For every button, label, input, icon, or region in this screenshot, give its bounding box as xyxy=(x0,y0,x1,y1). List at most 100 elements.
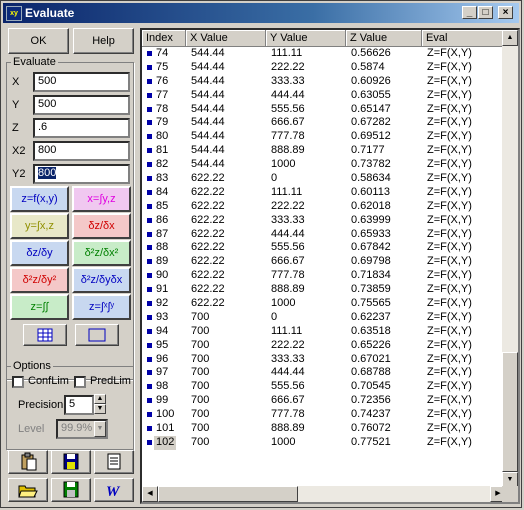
cell-eval: Z=F(X,Y) xyxy=(427,352,472,365)
d2zdydx-button[interactable]: δ²z/δyδx xyxy=(72,267,131,293)
table-row[interactable]: 99 700 666.67 0.72356 Z=F(X,Y) xyxy=(142,394,506,408)
table-row[interactable]: 80 544.44 777.78 0.69512 Z=F(X,Y) xyxy=(142,130,506,144)
y-field[interactable]: 500 xyxy=(33,95,130,115)
dzdy-button[interactable]: δz/δy xyxy=(10,240,69,266)
table-row[interactable]: 98 700 555.56 0.70545 Z=F(X,Y) xyxy=(142,380,506,394)
x-field[interactable]: 500 xyxy=(33,72,130,92)
table-row[interactable]: 83 622.22 0 0.58634 Z=F(X,Y) xyxy=(142,172,506,186)
cell-x: 700 xyxy=(191,366,210,379)
column-header-index[interactable]: Index xyxy=(142,30,186,47)
horizontal-scroll-thumb[interactable] xyxy=(158,486,298,502)
y2-field[interactable]: 800 xyxy=(33,164,130,184)
results-table[interactable]: Index X Value Y Value Z Value Eval 74 544… xyxy=(140,28,520,504)
x-int-yz-button[interactable]: x=∫y,z xyxy=(72,186,131,212)
z-int-x-int-y-button[interactable]: z=∫ˣ∫ʸ xyxy=(72,294,131,320)
table-row[interactable]: 100 700 777.78 0.74237 Z=F(X,Y) xyxy=(142,408,506,422)
d2zdx2-button[interactable]: δ²z/δx² xyxy=(72,240,131,266)
table-row[interactable]: 91 622.22 888.89 0.73859 Z=F(X,Y) xyxy=(142,283,506,297)
table-row[interactable]: 94 700 111.11 0.63518 Z=F(X,Y) xyxy=(142,325,506,339)
help-button[interactable]: Help xyxy=(73,28,134,54)
zfxy-button[interactable]: z=f(x,y) xyxy=(10,186,69,212)
ok-button[interactable]: OK xyxy=(8,28,69,54)
table-row[interactable]: 93 700 0 0.62237 Z=F(X,Y) xyxy=(142,311,506,325)
row-marker-icon xyxy=(147,148,152,154)
dzdx-button[interactable]: δz/δx xyxy=(72,213,131,239)
precision-down-icon[interactable]: ▼ xyxy=(94,404,106,414)
save-button[interactable] xyxy=(51,450,91,474)
x-label: X xyxy=(12,76,20,88)
table-row[interactable]: 75 544.44 222.22 0.5874 Z=F(X,Y) xyxy=(142,61,506,75)
table-row[interactable]: 85 622.22 222.22 0.62018 Z=F(X,Y) xyxy=(142,200,506,214)
column-header-x[interactable]: X Value xyxy=(186,30,266,47)
cell-x: 622.22 xyxy=(191,199,225,212)
table-row[interactable]: 77 544.44 444.44 0.63055 Z=F(X,Y) xyxy=(142,89,506,103)
table-row[interactable]: 78 544.44 555.56 0.65147 Z=F(X,Y) xyxy=(142,103,506,117)
cell-x: 544.44 xyxy=(191,144,225,157)
paste-button[interactable] xyxy=(8,450,48,474)
table-row[interactable]: 96 700 333.33 0.67021 Z=F(X,Y) xyxy=(142,353,506,367)
precision-up-icon[interactable]: ▲ xyxy=(94,394,106,404)
report-button[interactable] xyxy=(94,450,134,474)
z-field[interactable]: .6 xyxy=(33,118,130,138)
table-row[interactable]: 89 622.22 666.67 0.69798 Z=F(X,Y) xyxy=(142,255,506,269)
table-row[interactable]: 84 622.22 111.11 0.60113 Z=F(X,Y) xyxy=(142,186,506,200)
table-row[interactable]: 74 544.44 111.11 0.56626 Z=F(X,Y) xyxy=(142,47,506,61)
conflim-checkbox[interactable] xyxy=(12,376,24,388)
table-row[interactable]: 101 700 888.89 0.76072 Z=F(X,Y) xyxy=(142,422,506,436)
row-marker-icon xyxy=(147,287,152,293)
scroll-up-icon[interactable]: ▲ xyxy=(502,30,518,46)
precision-field[interactable]: 5 xyxy=(64,395,94,415)
vertical-scrollbar[interactable]: ▲ ▼ xyxy=(502,30,518,488)
table-row[interactable]: 76 544.44 333.33 0.60926 Z=F(X,Y) xyxy=(142,75,506,89)
y-int-xz-button[interactable]: y=∫x,z xyxy=(10,213,69,239)
save-as-button[interactable] xyxy=(51,478,91,502)
cell-z: 0.67021 xyxy=(351,352,391,365)
row-marker-icon xyxy=(147,314,152,320)
z-double-int-button[interactable]: z=∫∫ xyxy=(10,294,69,320)
predlim-checkbox[interactable] xyxy=(74,376,86,388)
scroll-left-icon[interactable]: ◀ xyxy=(142,486,158,502)
cell-z: 0.67842 xyxy=(351,241,391,254)
open-button[interactable] xyxy=(8,478,48,502)
cell-y: 555.56 xyxy=(271,102,305,115)
table-row[interactable]: 90 622.22 777.78 0.71834 Z=F(X,Y) xyxy=(142,269,506,283)
cell-eval: Z=F(X,Y) xyxy=(427,172,472,185)
d2zdy2-button[interactable]: δ²z/δy² xyxy=(10,267,69,293)
table-row[interactable]: 88 622.22 555.56 0.67842 Z=F(X,Y) xyxy=(142,241,506,255)
cell-x: 622.22 xyxy=(191,255,225,268)
table-row[interactable]: 102 700 1000 0.77521 Z=F(X,Y) xyxy=(142,435,506,450)
row-marker-icon xyxy=(147,245,152,251)
table-row[interactable]: 81 544.44 888.89 0.7177 Z=F(X,Y) xyxy=(142,144,506,158)
column-header-z[interactable]: Z Value xyxy=(346,30,422,47)
word-export-button[interactable]: W xyxy=(94,478,134,502)
maximize-icon[interactable]: □ xyxy=(478,6,493,19)
row-marker-icon xyxy=(147,120,152,126)
column-header-y[interactable]: Y Value xyxy=(266,30,346,47)
table-view-button[interactable] xyxy=(23,324,67,346)
table-row[interactable]: 86 622.22 333.33 0.63999 Z=F(X,Y) xyxy=(142,214,506,228)
table-row[interactable]: 97 700 444.44 0.68788 Z=F(X,Y) xyxy=(142,366,506,380)
cell-y: 666.67 xyxy=(271,116,305,129)
x2-field[interactable]: 800 xyxy=(33,141,130,161)
cell-index: 100 xyxy=(156,408,175,421)
close-icon[interactable]: × xyxy=(498,6,513,19)
table-grid-icon xyxy=(37,328,53,342)
table-row[interactable]: 79 544.44 666.67 0.67282 Z=F(X,Y) xyxy=(142,116,506,130)
cell-eval: Z=F(X,Y) xyxy=(427,422,472,435)
minimize-icon[interactable]: _ xyxy=(462,6,477,19)
cell-y: 444.44 xyxy=(271,88,305,101)
table-row[interactable]: 95 700 222.22 0.65226 Z=F(X,Y) xyxy=(142,339,506,353)
blank-view-button[interactable] xyxy=(75,324,119,346)
row-marker-icon xyxy=(147,162,152,168)
cell-z: 0.62018 xyxy=(351,199,391,212)
level-dropdown-arrow-icon[interactable]: ▼ xyxy=(94,421,106,437)
table-row[interactable]: 87 622.22 444.44 0.65933 Z=F(X,Y) xyxy=(142,228,506,242)
horizontal-scrollbar[interactable]: ◀ ▶ xyxy=(142,486,506,502)
cell-x: 622.22 xyxy=(191,241,225,254)
vertical-scroll-thumb[interactable] xyxy=(502,352,518,472)
cell-z: 0.65226 xyxy=(351,338,391,351)
table-row[interactable]: 82 544.44 1000 0.73782 Z=F(X,Y) xyxy=(142,158,506,172)
column-header-eval[interactable]: Eval xyxy=(422,30,506,47)
table-row[interactable]: 92 622.22 1000 0.75565 Z=F(X,Y) xyxy=(142,297,506,311)
cell-x: 544.44 xyxy=(191,102,225,115)
